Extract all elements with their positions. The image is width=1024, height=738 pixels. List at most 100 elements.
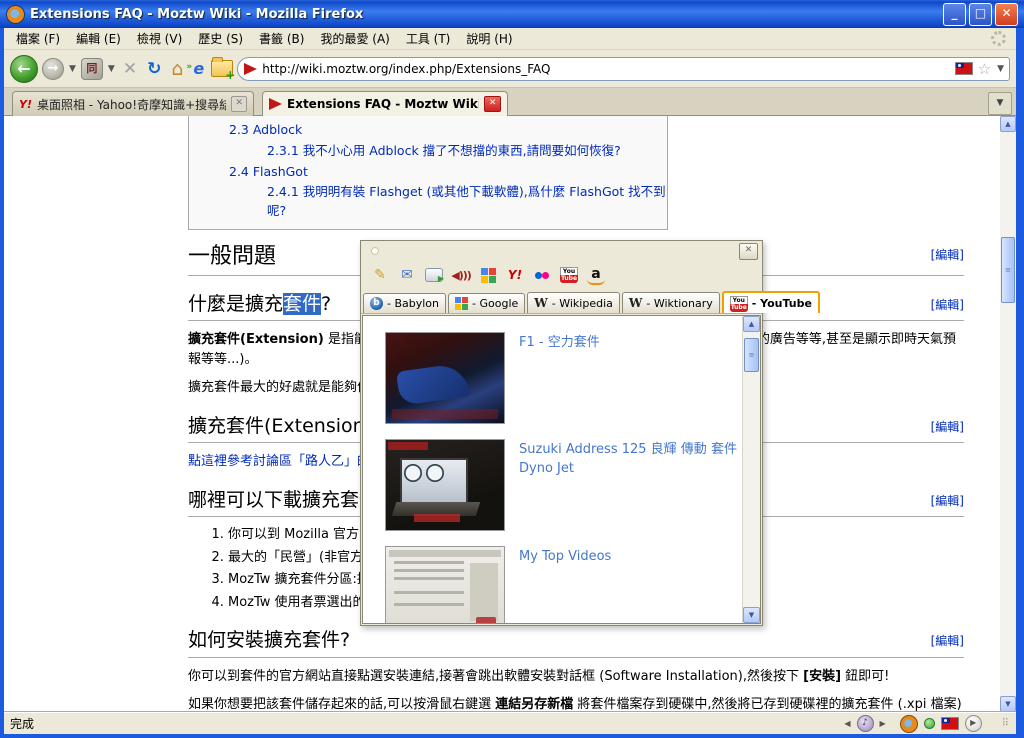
- translate-chat-icon[interactable]: [425, 266, 444, 284]
- url-text[interactable]: http://wiki.moztw.org/index.php/Extensio…: [262, 62, 949, 76]
- popup-results-panel: F1 - 空力套件 Suzuki Address 125 良輝 傳動 套件 Dy…: [362, 315, 761, 624]
- maximize-button[interactable]: □: [969, 2, 992, 26]
- scroll-up-icon[interactable]: ▲: [1000, 116, 1016, 132]
- edit-section-link[interactable]: [編輯]: [931, 248, 964, 262]
- menu-favorites[interactable]: 我的最愛 (A): [312, 28, 397, 49]
- popup-tab-wikipedia[interactable]: W - Wikipedia: [527, 292, 620, 313]
- menu-tools[interactable]: 工具 (T): [398, 28, 459, 49]
- tongwentang-button[interactable]: 同: [80, 57, 103, 80]
- navigation-toolbar: ← → ▼ 同 ▼ ✕ ↻ ⌂ » e + http://wiki.moztw.o…: [4, 50, 1016, 88]
- tongwentang-dropdown-icon[interactable]: ▼: [107, 64, 116, 74]
- edit-section-link[interactable]: [編輯]: [931, 420, 964, 434]
- popup-tab-youtube[interactable]: You Tube - YouTube: [721, 291, 820, 313]
- history-dropdown-icon[interactable]: ▼: [68, 64, 77, 74]
- status-bar: 完成 ◀ ♪ ▶ ▶ ⠿: [4, 712, 1016, 734]
- menu-view[interactable]: 檢視 (V): [129, 28, 190, 49]
- scrollbar-thumb[interactable]: ≡: [1001, 237, 1015, 303]
- address-bar[interactable]: http://wiki.moztw.org/index.php/Extensio…: [237, 56, 1010, 81]
- google-icon[interactable]: [479, 266, 497, 284]
- moztw-favicon: [269, 98, 282, 110]
- toc-link[interactable]: 2.4 FlashGot: [229, 164, 308, 179]
- popup-scrollbar[interactable]: ▲ ≡ ▼: [742, 316, 760, 623]
- youtube-icon: You Tube: [729, 296, 748, 312]
- site-favicon: [244, 62, 258, 75]
- wikipedia-icon: W: [534, 296, 548, 310]
- menu-file[interactable]: 檔案 (F): [8, 28, 68, 49]
- edit-section-link[interactable]: [編輯]: [931, 494, 964, 508]
- edit-section-link[interactable]: [編輯]: [931, 298, 964, 312]
- popup-titlebar[interactable]: ✕: [361, 241, 762, 261]
- url-dropdown-icon[interactable]: ▼: [996, 64, 1005, 74]
- popup-close-button[interactable]: ✕: [739, 242, 758, 260]
- foxytunes-controls[interactable]: ◀ ♪ ▶: [844, 715, 886, 732]
- scroll-up-icon[interactable]: ▲: [743, 316, 760, 332]
- popup-tab-google[interactable]: - Google: [448, 293, 526, 313]
- toc-link[interactable]: 2.3.1 我不小心用 Adblock 擋了不想擋的東西,請問要如何恢復?: [267, 143, 621, 158]
- popup-tab-bar: b - Babylon - Google W - Wikipedia W - W…: [361, 289, 820, 314]
- flickr-icon[interactable]: [533, 266, 551, 284]
- video-result-row[interactable]: Suzuki Address 125 良輝 傳動 套件 Dyno Jet: [385, 439, 739, 531]
- video-results-list: F1 - 空力套件 Suzuki Address 125 良輝 傳動 套件 Dy…: [363, 316, 743, 623]
- taiwan-flag-icon[interactable]: [940, 717, 959, 730]
- music-note-icon[interactable]: ♪: [856, 715, 874, 732]
- video-thumbnail[interactable]: [385, 332, 505, 424]
- status-text: 完成: [10, 717, 35, 731]
- menu-history[interactable]: 歷史 (S): [190, 28, 251, 49]
- new-folder-button[interactable]: +: [211, 57, 235, 81]
- online-status-icon: [923, 718, 935, 729]
- amazon-icon[interactable]: a: [587, 265, 605, 285]
- video-result-row[interactable]: My Top Videos: [385, 546, 739, 623]
- taiwan-flag-icon[interactable]: [954, 62, 973, 75]
- toc-link[interactable]: 2.4.1 我明明有裝 Flashget (或其他下載軟體),爲什麼 Flash…: [267, 184, 666, 218]
- yahoo-favicon: Y!: [19, 97, 32, 111]
- window-title: Extensions FAQ - Moztw Wiki - Mozilla Fi…: [30, 6, 364, 22]
- video-result-row[interactable]: F1 - 空力套件: [385, 332, 739, 424]
- menu-edit[interactable]: 編輯 (E): [68, 28, 129, 49]
- email-icon[interactable]: ✉: [398, 266, 416, 284]
- minimize-button[interactable]: _: [943, 2, 966, 26]
- popup-icon-toolbar: ✎ ✉ ◀))) Y! YouTube a: [361, 261, 762, 289]
- menu-bookmarks[interactable]: 書籤 (B): [251, 28, 312, 49]
- video-thumbnail[interactable]: [385, 439, 505, 531]
- menu-help[interactable]: 說明 (H): [458, 28, 520, 49]
- bookmark-star-icon[interactable]: ☆: [978, 60, 991, 78]
- popup-tab-babylon[interactable]: b - Babylon: [363, 293, 447, 313]
- video-thumbnail[interactable]: [385, 546, 505, 623]
- babylon-icon: b: [370, 297, 383, 310]
- resize-grip[interactable]: ⠿: [1002, 718, 1010, 729]
- window-titlebar: Extensions FAQ - Moztw Wiki - Mozilla Fi…: [0, 0, 1024, 28]
- firefox-status-icon[interactable]: [899, 714, 918, 733]
- tab-yahoo-search[interactable]: Y! 桌面照相 - Yahoo!奇摩知識+搜尋結果 ✕: [12, 91, 254, 116]
- menu-bar: 檔案 (F) 編輯 (E) 檢視 (V) 歷史 (S) 書籤 (B) 我的最愛 …: [4, 28, 1016, 50]
- play-icon[interactable]: ▶: [964, 715, 982, 732]
- toc-link[interactable]: 2.3 Adblock: [229, 122, 302, 137]
- edit-note-icon[interactable]: ✎: [371, 266, 389, 284]
- reload-button[interactable]: ↻: [144, 59, 164, 79]
- list-all-tabs-button[interactable]: ▼: [988, 92, 1012, 115]
- forward-button[interactable]: →: [42, 57, 64, 80]
- next-track-icon[interactable]: ▶: [880, 719, 886, 728]
- popup-tab-wiktionary[interactable]: W - Wiktionary: [621, 292, 720, 313]
- page-scrollbar[interactable]: ▲ ≡ ▼: [1000, 116, 1016, 712]
- scroll-down-icon[interactable]: ▼: [1000, 696, 1016, 712]
- back-button[interactable]: ←: [10, 54, 38, 83]
- selected-text: 套件: [283, 292, 322, 315]
- speaker-icon[interactable]: ◀))): [451, 266, 472, 284]
- scrollbar-thumb[interactable]: ≡: [744, 338, 759, 372]
- tab-close-icon[interactable]: ✕: [484, 96, 501, 112]
- youtube-icon[interactable]: You Tube: [560, 266, 578, 284]
- stop-button[interactable]: ✕: [120, 59, 140, 79]
- video-title-link[interactable]: My Top Videos: [505, 546, 611, 623]
- yahoo-icon[interactable]: Y!: [506, 266, 524, 284]
- video-title-link[interactable]: Suzuki Address 125 良輝 傳動 套件 Dyno Jet: [505, 439, 739, 531]
- edit-section-link[interactable]: [編輯]: [931, 634, 964, 648]
- scroll-down-icon[interactable]: ▼: [743, 607, 760, 623]
- tab-close-icon[interactable]: ✕: [231, 96, 247, 112]
- prev-track-icon[interactable]: ◀: [844, 719, 850, 728]
- close-button[interactable]: ✕: [995, 2, 1018, 26]
- tab-extensions-faq[interactable]: Extensions FAQ - Moztw Wiki ✕: [262, 91, 508, 116]
- home-button[interactable]: ⌂: [168, 59, 186, 79]
- wiktionary-icon: W: [628, 296, 643, 310]
- video-title-link[interactable]: F1 - 空力套件: [505, 332, 600, 424]
- view-in-ie-button[interactable]: » e: [186, 59, 207, 79]
